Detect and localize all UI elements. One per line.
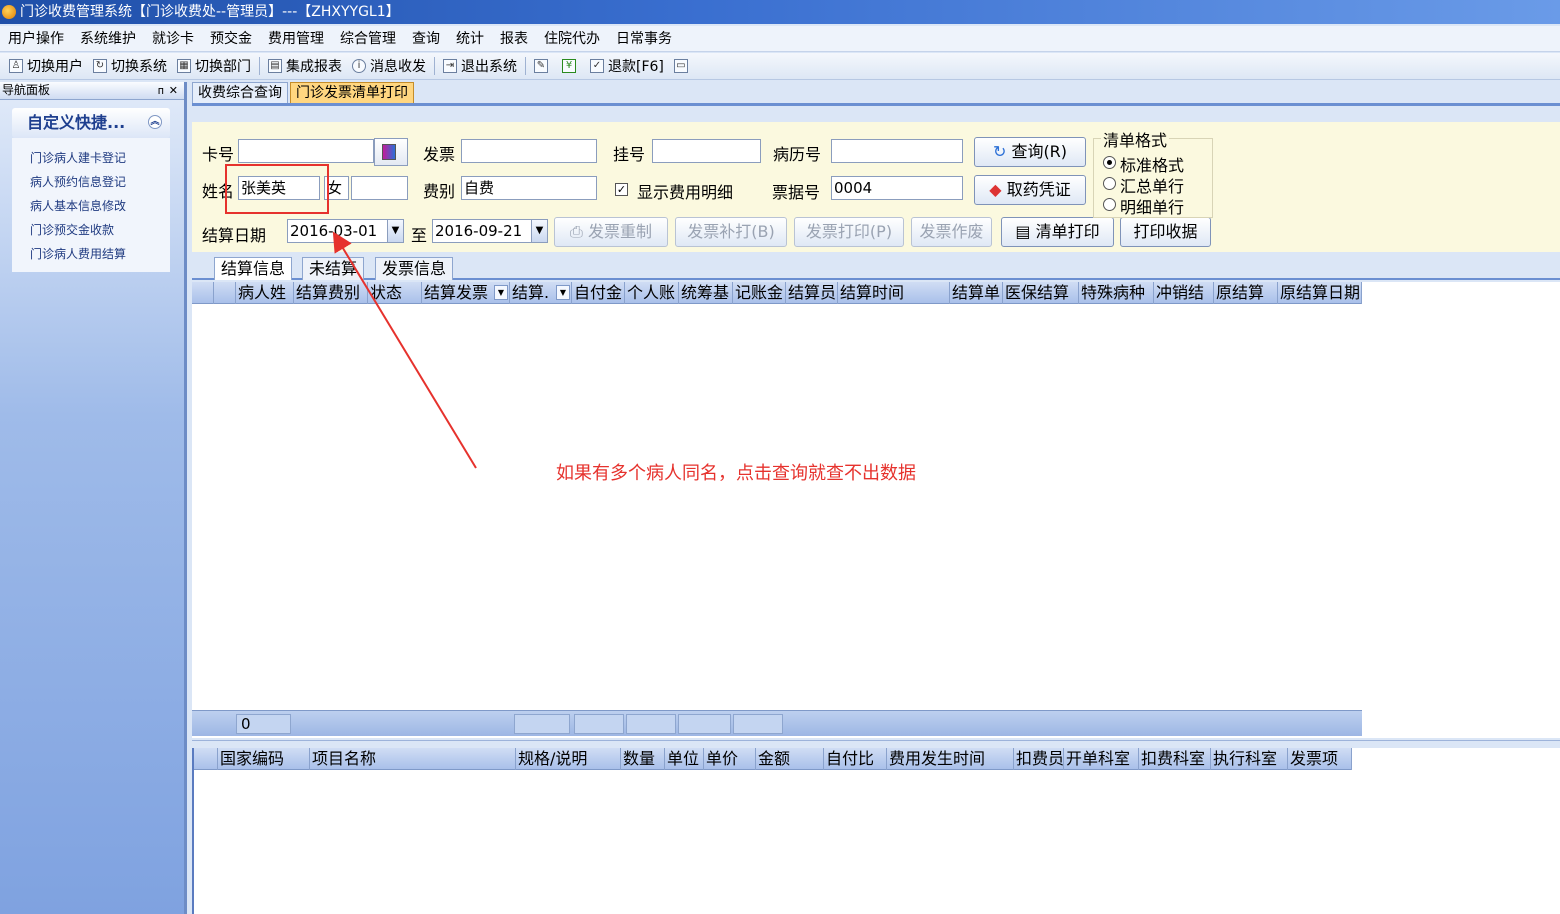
annotation-text: 如果有多个病人同名，点击查询就查不出数据: [556, 463, 916, 484]
annotation-arrow: [332, 231, 477, 469]
